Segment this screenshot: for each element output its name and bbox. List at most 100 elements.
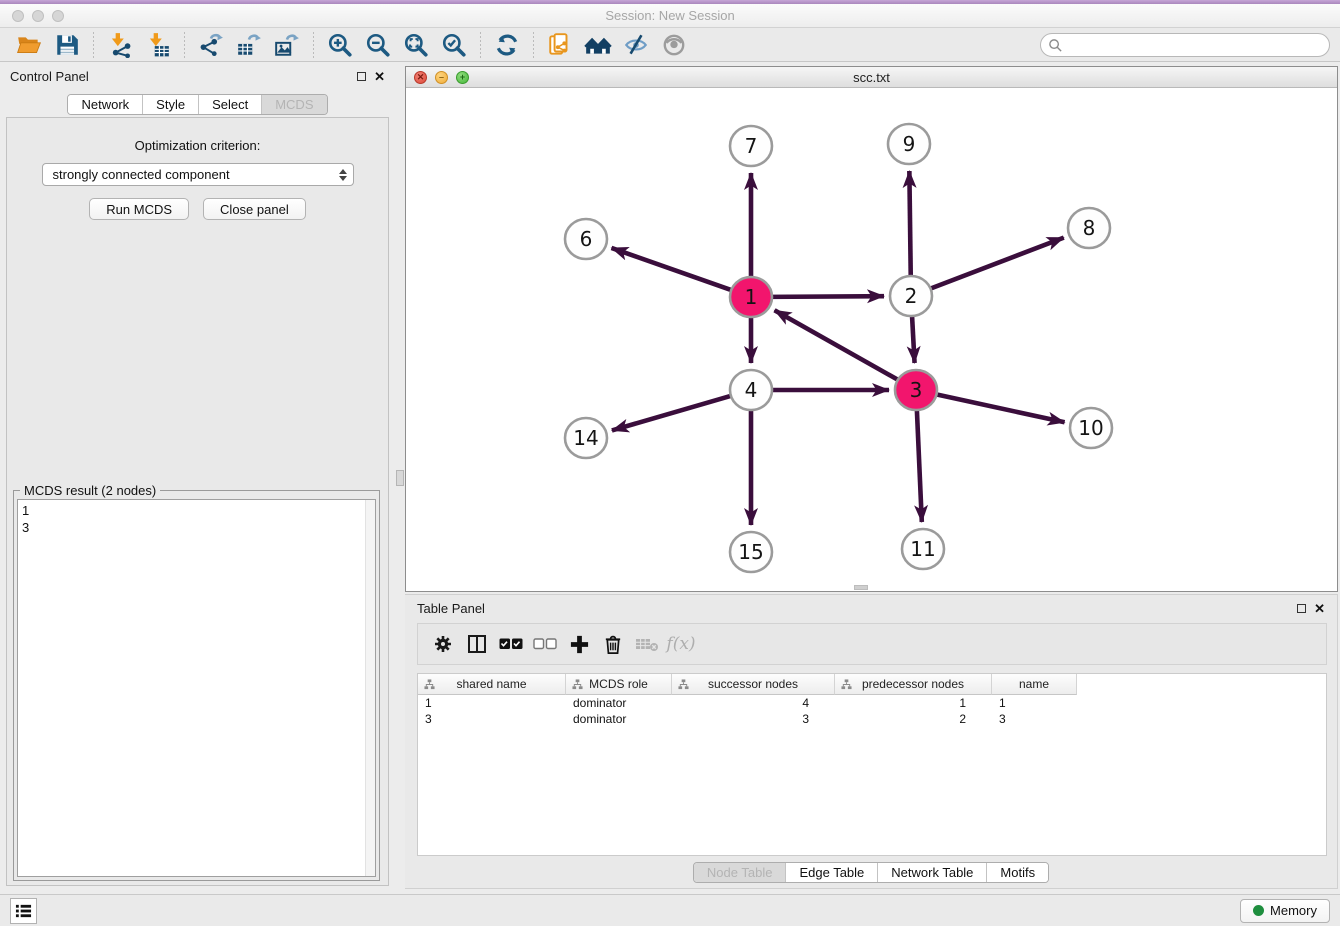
edge-1-2[interactable]	[770, 296, 884, 297]
mcds-result-textarea[interactable]: 1 3	[17, 499, 376, 877]
graph-node-8[interactable]: 8	[1068, 208, 1110, 248]
network-canvas[interactable]: 7 9 6 8 1 2 4 3 14 10 15 11	[406, 88, 1337, 591]
delete-column-button[interactable]	[596, 627, 630, 661]
zoom-in-button[interactable]	[324, 30, 356, 60]
graph-node-15[interactable]: 15	[730, 532, 772, 572]
table-cell[interactable]: 3	[672, 711, 835, 727]
table-row[interactable]: 1dominator411	[418, 695, 1326, 711]
column-header-mcds-role[interactable]: MCDS role	[566, 674, 672, 695]
graph-node-4[interactable]: 4	[730, 370, 772, 410]
export-image-button[interactable]	[271, 30, 303, 60]
task-history-button[interactable]	[10, 898, 37, 924]
edge-3-11[interactable]	[917, 409, 922, 522]
search-input[interactable]	[1040, 33, 1330, 57]
edge-3-10[interactable]	[935, 394, 1065, 422]
table-cell[interactable]: 1	[418, 695, 566, 711]
edge-2-3[interactable]	[912, 315, 915, 363]
import-network-button[interactable]	[104, 30, 136, 60]
result-scrollbar[interactable]	[365, 500, 375, 876]
edge-2-8[interactable]	[929, 238, 1064, 290]
edge-3-1[interactable]	[775, 310, 900, 380]
save-session-button[interactable]	[51, 30, 83, 60]
mcds-result-group: MCDS result (2 nodes) 1 3	[13, 490, 380, 881]
splitter-handle[interactable]	[396, 470, 404, 486]
graph-node-10[interactable]: 10	[1070, 408, 1112, 448]
tab-motifs[interactable]: Motifs	[987, 863, 1048, 882]
zoom-out-button[interactable]	[362, 30, 394, 60]
panel-splitter[interactable]	[395, 62, 405, 894]
import-table-button[interactable]	[142, 30, 174, 60]
zoom-fit-button[interactable]	[400, 30, 432, 60]
refresh-button[interactable]	[491, 30, 523, 60]
table-cell[interactable]: dominator	[566, 695, 672, 711]
close-table-panel-icon[interactable]: ✕	[1314, 602, 1325, 615]
run-mcds-button[interactable]: Run MCDS	[89, 198, 189, 220]
table-row[interactable]: 3dominator323	[418, 711, 1326, 727]
close-panel-button[interactable]: Close panel	[203, 198, 306, 220]
tab-network[interactable]: Network	[68, 95, 143, 114]
graph-node-2[interactable]: 2	[890, 276, 932, 316]
edge-2-9[interactable]	[909, 171, 910, 277]
graph-node-3[interactable]: 3	[895, 370, 937, 410]
memory-button[interactable]: Memory	[1240, 899, 1330, 923]
tab-style[interactable]: Style	[143, 95, 199, 114]
canvas-scrollbar-thumb[interactable]	[854, 585, 868, 590]
svg-text:9: 9	[903, 132, 916, 156]
graph-node-11[interactable]: 11	[902, 529, 944, 569]
tab-edge-table[interactable]: Edge Table	[786, 863, 878, 882]
float-table-panel-icon[interactable]	[1297, 604, 1306, 613]
optimization-criterion-select[interactable]: strongly connected component	[42, 163, 354, 186]
first-neighbors-button[interactable]	[582, 30, 614, 60]
graph-node-6[interactable]: 6	[565, 219, 607, 259]
network-view-window: ✕ – + scc.txt 7968124314101511	[405, 66, 1338, 592]
tab-select[interactable]: Select	[199, 95, 262, 114]
export-image-icon	[274, 32, 300, 58]
status-bar: Memory	[0, 894, 1340, 926]
table-cell[interactable]: 4	[672, 695, 835, 711]
column-header-shared-name[interactable]: shared name	[418, 674, 566, 695]
close-panel-icon[interactable]: ✕	[374, 70, 385, 83]
toolbar-separator	[93, 32, 94, 58]
svg-text:4: 4	[745, 378, 758, 402]
split-view-button[interactable]	[460, 627, 494, 661]
refresh-icon	[494, 32, 520, 58]
column-header-name[interactable]: name	[992, 674, 1077, 695]
table-settings-button[interactable]	[426, 627, 460, 661]
edge-4-14[interactable]	[612, 395, 733, 430]
plus-icon	[569, 634, 590, 655]
column-header-successor-nodes[interactable]: successor nodes	[672, 674, 835, 695]
clone-network-button[interactable]	[544, 30, 576, 60]
gear-icon	[433, 634, 453, 654]
open-session-button[interactable]	[13, 30, 45, 60]
graph-node-9[interactable]: 9	[888, 124, 930, 164]
graph-node-1[interactable]: 1	[730, 277, 772, 317]
tab-mcds[interactable]: MCDS	[262, 95, 326, 114]
tab-node-table[interactable]: Node Table	[694, 863, 787, 882]
save-icon	[54, 32, 80, 58]
float-panel-icon[interactable]	[357, 72, 366, 81]
graph-node-7[interactable]: 7	[730, 126, 772, 166]
export-network-button[interactable]	[195, 30, 227, 60]
tab-network-table[interactable]: Network Table	[878, 863, 987, 882]
add-column-button[interactable]	[562, 627, 596, 661]
graph-node-14[interactable]: 14	[565, 418, 607, 458]
column-header-predecessor-nodes[interactable]: predecessor nodes	[835, 674, 992, 695]
memory-label: Memory	[1270, 903, 1317, 918]
table-cell[interactable]: 3	[418, 711, 566, 727]
select-all-button[interactable]	[494, 627, 528, 661]
table-cell[interactable]: 3	[992, 711, 1077, 727]
hide-selected-button[interactable]	[620, 30, 652, 60]
edge-1-6[interactable]	[611, 248, 733, 291]
table-cell[interactable]: 1	[992, 695, 1077, 711]
export-table-button[interactable]	[233, 30, 265, 60]
dropdown-stepper-icon	[339, 169, 347, 181]
table-cell[interactable]: 2	[835, 711, 992, 727]
zoom-selected-button[interactable]	[438, 30, 470, 60]
function-builder-button[interactable]: f(x)	[664, 627, 698, 661]
table-cell[interactable]: dominator	[566, 711, 672, 727]
delete-table-button[interactable]	[630, 627, 664, 661]
table-cell[interactable]: 1	[835, 695, 992, 711]
search-icon	[1048, 38, 1063, 53]
deselect-all-button[interactable]	[528, 627, 562, 661]
show-all-button[interactable]	[658, 30, 690, 60]
